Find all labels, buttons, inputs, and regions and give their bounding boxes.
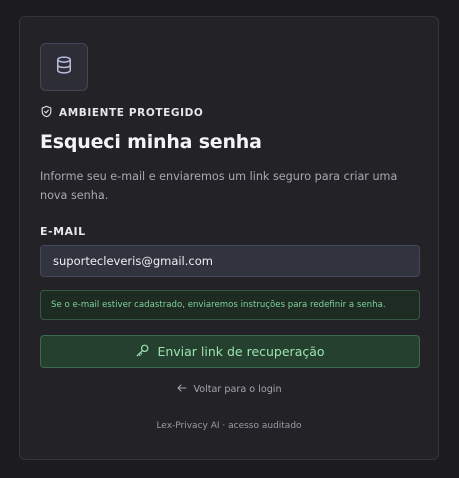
info-notice: Se o e-mail estiver cadastrado, enviarem…	[40, 290, 420, 320]
send-recovery-link-button[interactable]: Enviar link de recuperação	[40, 335, 420, 368]
footer-text: Lex-Privacy AI · acesso auditado	[156, 421, 302, 431]
recovery-card: AMBIENTE PROTEGIDO Esqueci minha senha I…	[19, 16, 439, 460]
back-to-login-link[interactable]: Voltar para o login	[20, 382, 438, 397]
logo	[40, 43, 88, 91]
arrow-left-icon	[176, 382, 188, 397]
email-field[interactable]	[40, 245, 420, 277]
page-title: Esqueci minha senha	[40, 131, 262, 153]
email-label: E-MAIL	[40, 225, 86, 238]
database-icon	[54, 55, 74, 79]
shield-check-icon	[40, 105, 53, 121]
badge-label: AMBIENTE PROTEGIDO	[59, 107, 204, 119]
submit-label: Enviar link de recuperação	[157, 344, 325, 359]
page-description: Informe seu e-mail e enviaremos um link …	[40, 170, 398, 202]
back-link-label: Voltar para o login	[193, 384, 282, 395]
key-icon	[135, 343, 150, 361]
security-badge: AMBIENTE PROTEGIDO	[40, 105, 203, 121]
